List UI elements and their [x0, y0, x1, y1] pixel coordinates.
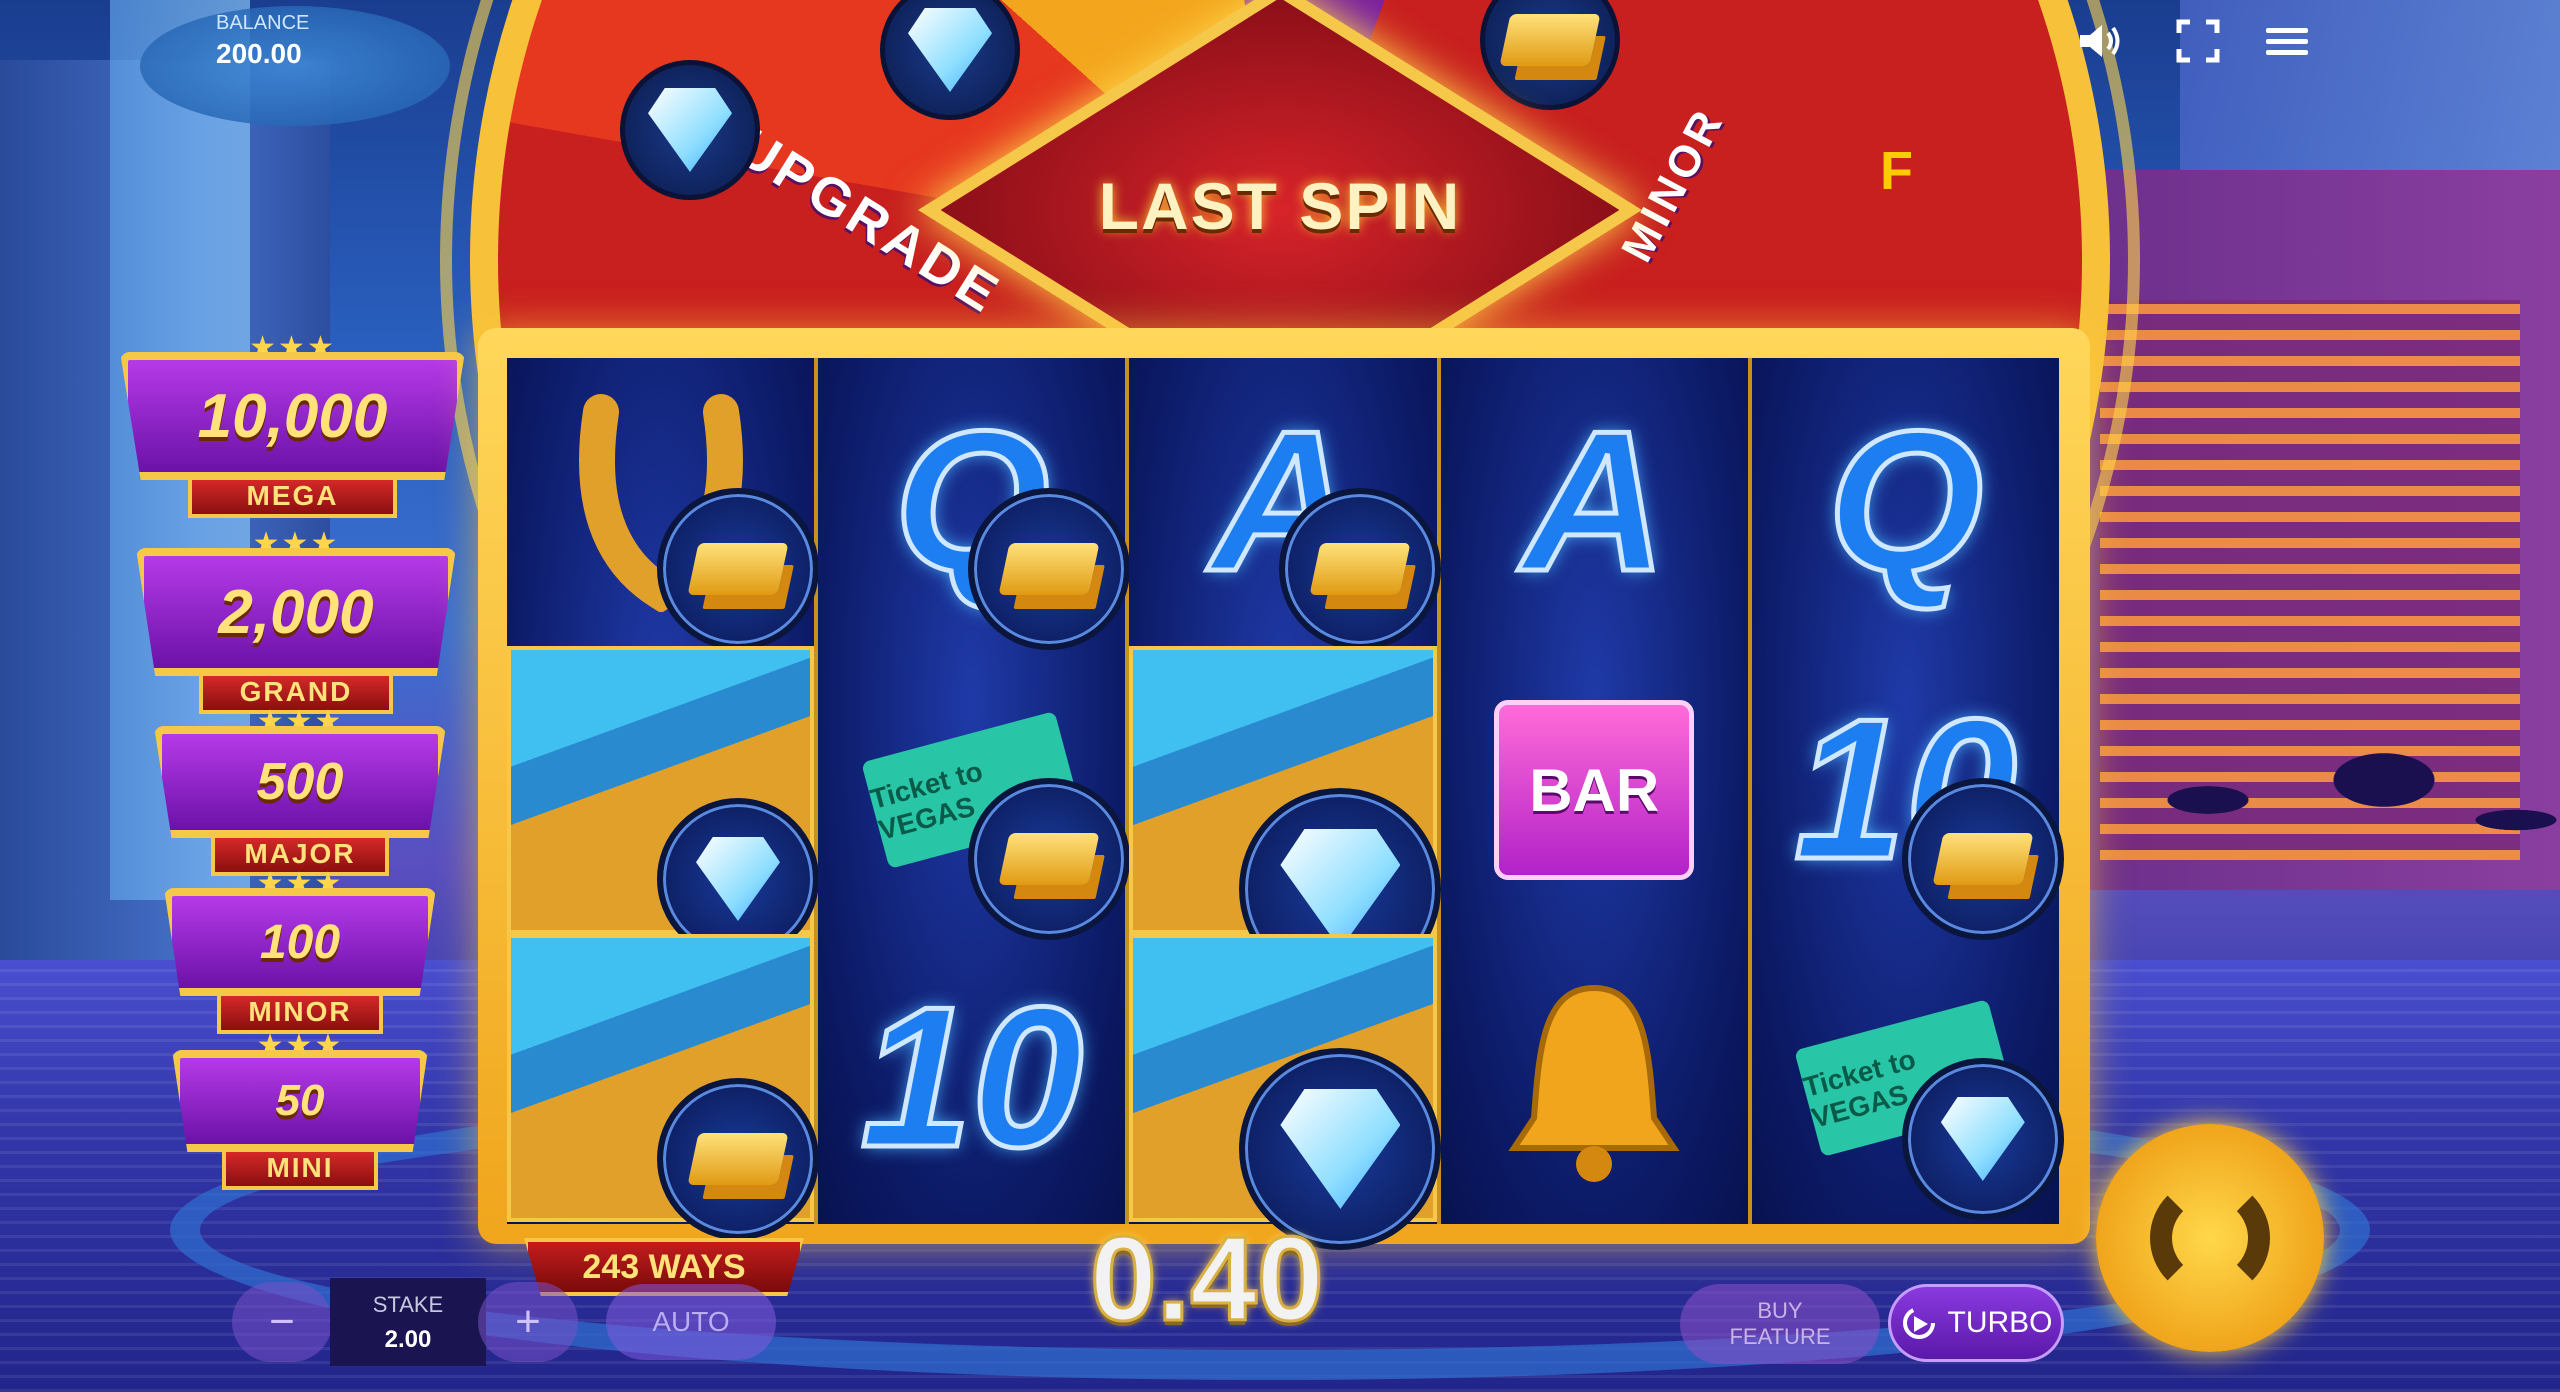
reel-1 — [507, 358, 819, 1240]
win-amount: 0.40 — [1089, 1211, 1326, 1348]
buy-feature-button[interactable]: BUY FEATURE — [1680, 1284, 1880, 1364]
reel-grid: Q Ticket to VEGAS 10 A A BAR Q 10 Ticket… — [507, 358, 2064, 1250]
bell-symbol — [1441, 934, 1748, 1222]
balance-label: BALANCE — [216, 12, 310, 34]
spin-icon — [2150, 1178, 2270, 1298]
ten-symbol: 10 — [858, 964, 1085, 1192]
stake-label: STAKE — [372, 1292, 444, 1317]
jackpot-mini: ★★★ 50 MINI — [172, 1029, 428, 1190]
menu-icon[interactable] — [2266, 16, 2322, 72]
gold-bar-icon — [968, 778, 1131, 940]
last-spin-sign: LAST SPIN — [917, 0, 1643, 437]
gold-bar-icon — [1279, 488, 1442, 650]
jackpot-label: MINI — [221, 1146, 379, 1190]
gold-bar-icon — [657, 1078, 819, 1240]
jackpot-label: MEGA — [188, 474, 397, 518]
jackpot-value: 500 — [256, 753, 344, 811]
sound-icon[interactable] — [2072, 16, 2128, 66]
jackpot-grand: ★★★ 2,000 GRAND — [136, 527, 456, 714]
buy-feature-label: BUY FEATURE — [1729, 1298, 1831, 1349]
reel-5: Q 10 Ticket to VEGAS — [1751, 358, 2064, 1224]
auto-button[interactable]: AUTO — [606, 1284, 776, 1360]
diamond-icon — [1901, 1058, 2064, 1220]
jackpot-value: 2,000 — [218, 577, 374, 647]
jackpot-value: 50 — [275, 1076, 325, 1125]
gold-bar-icon — [1901, 778, 2064, 940]
jackpot-minor: ★★★ 100 MINOR — [164, 867, 436, 1034]
gold-bar-icon — [657, 488, 819, 650]
gold-bar-icon — [968, 488, 1131, 650]
stake-display: STAKE 2.00 — [330, 1278, 486, 1366]
turbo-icon — [1902, 1307, 1935, 1339]
stake-increase-button[interactable]: + — [478, 1282, 578, 1362]
turbo-label: TURBO — [1947, 1306, 2053, 1339]
spin-button[interactable] — [2096, 1124, 2324, 1352]
stake-decrease-button[interactable]: − — [232, 1282, 332, 1362]
a-symbol: A — [1519, 388, 1668, 616]
q-symbol: Q — [1825, 388, 1986, 616]
wheel-segment-f: F — [1880, 141, 1917, 201]
jackpot-mega: ★★★ 10,000 MEGA — [120, 331, 465, 518]
jackpot-value: 10,000 — [197, 381, 388, 451]
bar-symbol: BAR — [1441, 646, 1748, 934]
jackpot-value: 100 — [259, 915, 341, 969]
jackpot-major: ★★★ 500 MAJOR — [154, 705, 446, 876]
reel-2: Q Ticket to VEGAS 10 — [818, 358, 1131, 1224]
last-spin-text: LAST SPIN — [1098, 169, 1462, 243]
turbo-button[interactable]: TURBO — [1888, 1284, 2064, 1362]
wheel-diamond-icon — [620, 60, 760, 200]
reel-3: A — [1129, 358, 1442, 1250]
reel-4: A BAR — [1440, 358, 1752, 1224]
balance-value: 200.00 — [216, 38, 302, 69]
palm-trees — [2120, 720, 2560, 920]
stake-value: 2.00 — [384, 1326, 432, 1353]
fullscreen-icon[interactable] — [2170, 16, 2226, 66]
